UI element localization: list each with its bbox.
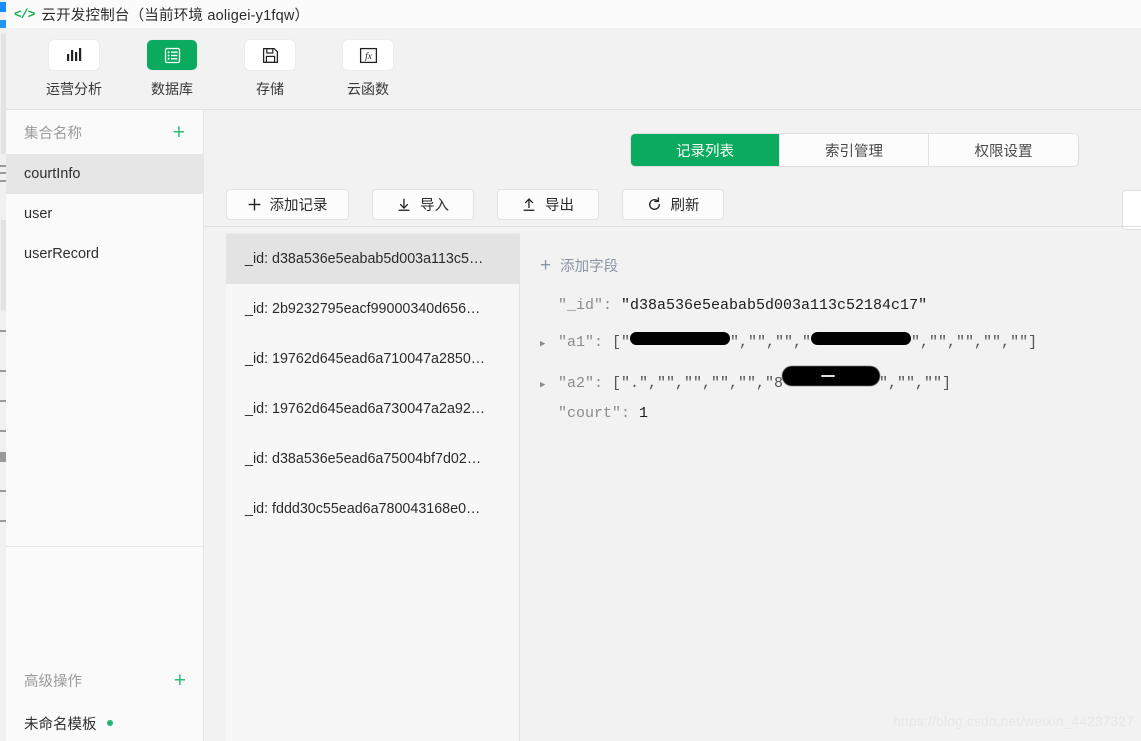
watermark: https://blog.csdn.net/weixin_44237327 <box>893 714 1134 729</box>
code-brackets-icon: </> <box>14 6 35 22</box>
title-bar: </> 云开发控制台（当前环境 aoligei-y1fqw） <box>6 0 1141 28</box>
sidebar-item-label: 未命名模板 <box>24 716 97 733</box>
redaction-bar <box>783 367 880 385</box>
json-key: "_id": <box>558 297 613 314</box>
records-toolbar: 添加记录 导入 导出 刷新 <box>226 189 724 220</box>
collections-header: 集合名称 + <box>6 110 203 154</box>
json-value: 1 <box>639 405 649 422</box>
database-icon <box>147 40 197 70</box>
offscreen-control-stub[interactable] <box>1122 190 1141 230</box>
redaction-bar <box>630 332 731 345</box>
record-list-item[interactable]: _id: 2b9232795eacf99000340d656… <box>226 284 519 334</box>
floppy-disk-icon <box>245 40 295 70</box>
primary-nav: 运营分析 数据库 存储 fx 云函数 <box>6 28 1141 110</box>
record-list-item[interactable]: _id: d38a536e5ead6a75004bf7d02… <box>226 434 519 484</box>
record-id-label: _id: 2b9232795eacf99000340d656… <box>245 301 481 317</box>
import-button[interactable]: 导入 <box>372 189 474 220</box>
add-record-button[interactable]: 添加记录 <box>226 189 349 220</box>
json-array-prefix: [".","","","","","8 <box>612 375 784 392</box>
record-detail-panel: + 添加字段 ▶ "_id": "d38a536e5eabab5d003a113… <box>520 233 1141 741</box>
refresh-button[interactable]: 刷新 <box>622 189 724 220</box>
nav-label-operation-analysis: 运营分析 <box>46 81 102 97</box>
json-array-suffix: ","",""] <box>879 375 952 392</box>
toolbar-button-label: 刷新 <box>670 198 700 214</box>
advanced-operations-header: 高级操作 + <box>6 658 204 702</box>
json-key: "court": <box>558 405 631 422</box>
chevron-right-icon[interactable]: ▶ <box>540 338 558 349</box>
add-field-button[interactable]: + 添加字段 <box>540 255 1141 276</box>
sidebar-item-userrecord[interactable]: userRecord <box>6 234 203 274</box>
sidebar-item-label: user <box>24 206 53 222</box>
record-list-item[interactable]: _id: 19762d645ead6a730047a2a92… <box>226 384 519 434</box>
nav-label-database: 数据库 <box>151 81 193 97</box>
main-content: 记录列表 索引管理 权限设置 添加记录 导入 导出 刷新 _id: d38a53… <box>204 110 1141 741</box>
chevron-right-icon[interactable]: ▶ <box>540 379 558 390</box>
record-id-label: _id: fddd30c55ead6a780043168e0… <box>245 501 481 517</box>
tab-label: 记录列表 <box>676 143 734 160</box>
json-value: "d38a536e5eabab5d003a113c52184c17" <box>621 297 928 314</box>
record-id-label: _id: d38a536e5ead6a75004bf7d02… <box>245 451 482 467</box>
sidebar-item-unnamed-template[interactable]: 未命名模板 <box>6 706 204 740</box>
tab-label: 权限设置 <box>974 143 1033 160</box>
function-fx-icon: fx <box>343 40 393 70</box>
window-title: 云开发控制台（当前环境 aoligei-y1fqw） <box>41 7 310 24</box>
record-id-label: _id: 19762d645ead6a710047a2850… <box>245 351 486 367</box>
sidebar-item-courtinfo[interactable]: courtInfo <box>6 154 203 194</box>
json-array-middle: ","",""," <box>730 334 812 351</box>
add-collection-button[interactable]: + <box>173 122 185 143</box>
json-key: "a2": <box>558 375 604 392</box>
json-row-id: ▶ "_id": "d38a536e5eabab5d003a113c52184c… <box>540 297 1141 333</box>
record-list-item[interactable]: _id: 19762d645ead6a710047a2850… <box>226 334 519 384</box>
sidebar-item-user[interactable]: user <box>6 194 203 234</box>
json-array-prefix: [" <box>612 334 631 351</box>
tab-label: 索引管理 <box>825 143 883 160</box>
json-key: "a1": <box>558 334 604 351</box>
json-row-a2: ▶ "a2": [".","","","","","8 ","",""] <box>540 367 1141 405</box>
collections-header-label: 集合名称 <box>24 125 82 142</box>
plus-icon <box>248 198 261 211</box>
redaction-bar <box>811 332 912 345</box>
tab-index-management[interactable]: 索引管理 <box>780 134 929 166</box>
nav-label-cloud-function: 云函数 <box>347 81 389 97</box>
json-array-suffix: ","","","",""] <box>911 334 1038 351</box>
record-id-label: _id: 19762d645ead6a730047a2a92… <box>245 401 486 417</box>
sidebar-item-label: courtInfo <box>24 166 81 182</box>
toolbar-divider <box>204 226 1141 227</box>
svg-text:fx: fx <box>365 51 373 62</box>
cloudbase-console-window: </> 云开发控制台（当前环境 aoligei-y1fqw） 运营分析 数据库 … <box>0 0 1141 741</box>
record-id-label: _id: d38a536e5eabab5d003a113c5… <box>245 251 484 267</box>
record-list-item[interactable]: _id: fddd30c55ead6a780043168e0… <box>226 484 519 534</box>
status-dot-icon <box>106 720 113 726</box>
nav-item-operation-analysis[interactable]: 运营分析 <box>38 40 110 99</box>
download-icon <box>397 198 411 212</box>
sidebar-divider <box>6 546 204 547</box>
content-tabs: 记录列表 索引管理 权限设置 <box>631 134 1078 166</box>
tab-permission-settings[interactable]: 权限设置 <box>929 134 1078 166</box>
export-button[interactable]: 导出 <box>497 189 599 220</box>
nav-item-cloud-function[interactable]: fx 云函数 <box>332 40 404 99</box>
upload-icon <box>522 197 536 212</box>
chevron-right-icon: ▶ <box>540 301 558 312</box>
record-list[interactable]: _id: d38a536e5eabab5d003a113c5… _id: 2b9… <box>226 233 520 741</box>
add-field-label: 添加字段 <box>560 259 619 275</box>
toolbar-button-label: 添加记录 <box>269 198 328 214</box>
nav-item-storage[interactable]: 存储 <box>234 40 306 99</box>
refresh-icon <box>647 197 662 212</box>
advanced-operations-label: 高级操作 <box>24 673 82 690</box>
record-list-item[interactable]: _id: d38a536e5eabab5d003a113c5… <box>226 234 519 284</box>
nav-label-storage: 存储 <box>256 81 284 97</box>
add-template-button[interactable]: + <box>174 670 186 691</box>
plus-icon: + <box>540 255 552 276</box>
tab-record-list[interactable]: 记录列表 <box>631 134 780 166</box>
collections-sidebar: 集合名称 + courtInfo user userRecord 高级操作 + … <box>6 110 204 741</box>
json-row-court: ▶ "court": 1 <box>540 405 1141 441</box>
nav-item-database[interactable]: 数据库 <box>136 40 208 99</box>
toolbar-button-label: 导入 <box>420 198 449 214</box>
bar-chart-icon <box>49 40 99 70</box>
chevron-right-icon: ▶ <box>540 409 558 420</box>
json-row-a1: ▶ "a1": [" ","",""," ","","","",""] <box>540 332 1141 369</box>
toolbar-button-label: 导出 <box>545 198 574 214</box>
sidebar-item-label: userRecord <box>24 246 99 262</box>
